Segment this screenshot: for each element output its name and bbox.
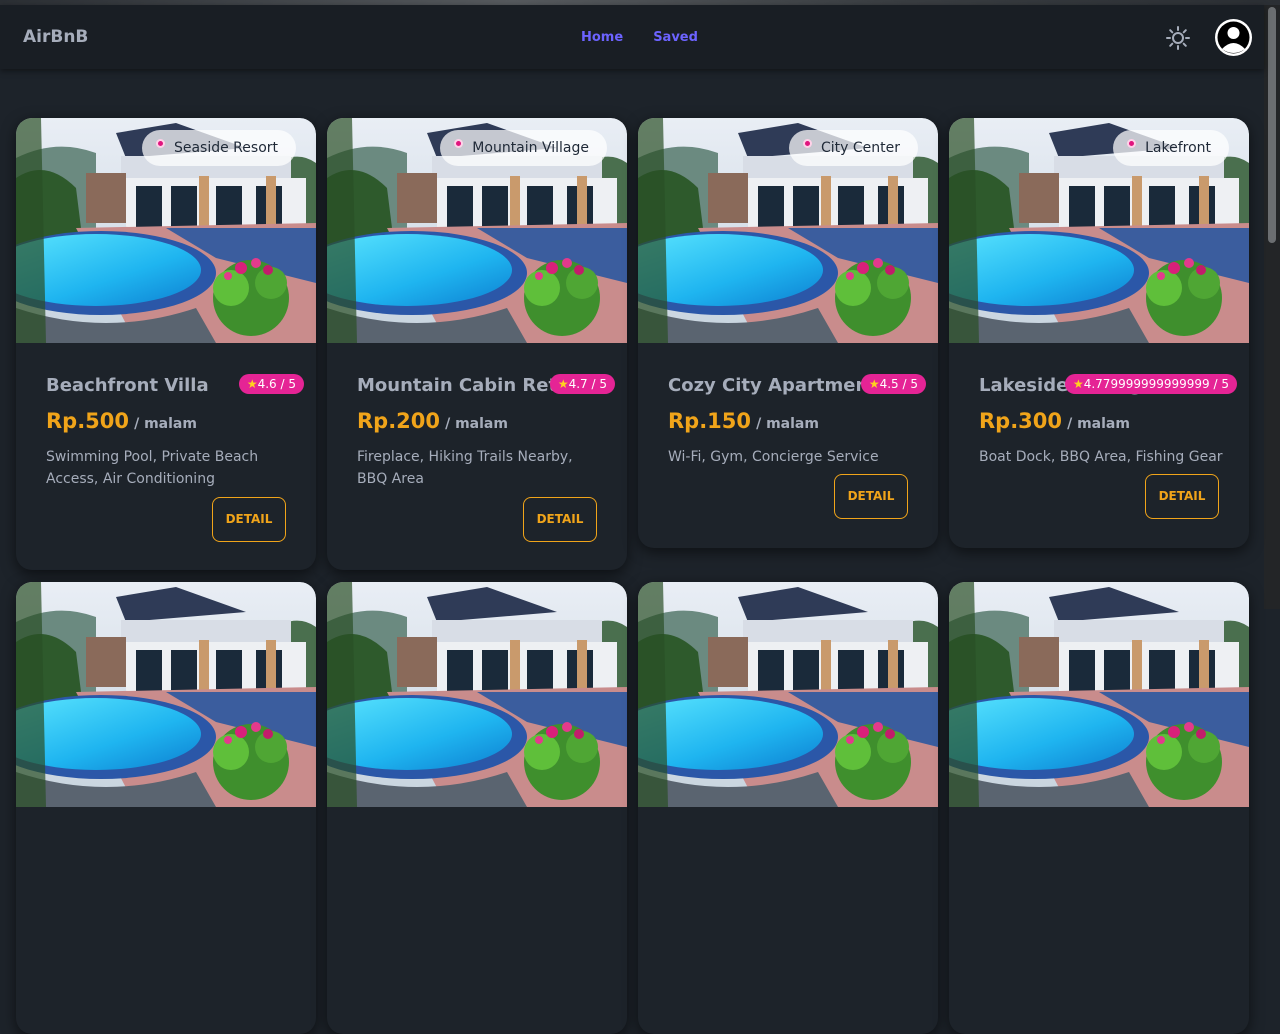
rating-badge: ★4.779999999999999 / 5 xyxy=(1064,374,1237,394)
scrollbar-thumb[interactable] xyxy=(1268,7,1276,243)
location-label: Lakefront xyxy=(1145,140,1211,156)
location-badge: Seaside Resort xyxy=(141,130,296,166)
amenities-text: Fireplace, Hiking Trails Nearby, BBQ Are… xyxy=(357,449,573,487)
listing-card[interactable]: Seaside Resort Beachfront Villa ★4.6 / 5… xyxy=(16,118,316,570)
location-dot-icon xyxy=(802,139,812,148)
listing-photo: Seaside Resort xyxy=(16,118,316,343)
location-badge: City Center xyxy=(788,130,918,166)
detail-button[interactable]: DETAIL xyxy=(523,497,597,542)
listing-photo xyxy=(16,582,316,807)
navbar: AirBnB Home Saved xyxy=(0,5,1264,69)
nav-links: Home Saved xyxy=(581,30,698,45)
rating-value: 4.7 / 5 xyxy=(568,377,607,391)
location-dot-icon xyxy=(454,139,464,148)
rating-badge: ★4.6 / 5 xyxy=(238,374,304,394)
listing-grid: Seaside Resort Beachfront Villa ★4.6 / 5… xyxy=(16,118,1249,1034)
location-dot-icon xyxy=(155,139,165,148)
listing-card[interactable] xyxy=(16,582,316,1034)
star-icon: ★ xyxy=(246,377,258,391)
location-dot-icon xyxy=(1127,139,1137,148)
detail-button[interactable]: DETAIL xyxy=(1145,474,1219,519)
price: Rp.200 / malam xyxy=(357,409,508,433)
price-unit: / malam xyxy=(445,416,508,432)
amenities-text: Boat Dock, BBQ Area, Fishing Gear xyxy=(979,449,1223,465)
price-value: Rp.150 xyxy=(668,409,752,433)
detail-button[interactable]: DETAIL xyxy=(212,497,286,542)
listing-photo: Mountain Village xyxy=(327,118,627,343)
star-icon: ★ xyxy=(868,377,880,391)
location-label: Mountain Village xyxy=(472,140,589,156)
price: Rp.300 / malam xyxy=(979,409,1130,433)
sun-icon[interactable] xyxy=(1165,25,1191,51)
price-value: Rp.200 xyxy=(357,409,441,433)
nav-link-home[interactable]: Home xyxy=(581,30,623,45)
rating-value: 4.6 / 5 xyxy=(257,377,296,391)
price: Rp.500 / malam xyxy=(46,409,197,433)
listing-card[interactable]: Mountain Village Mountain Cabin Retreat … xyxy=(327,118,627,570)
listing-photo xyxy=(327,582,627,807)
rating-value: 4.779999999999999 / 5 xyxy=(1083,377,1229,391)
rating-value: 4.5 / 5 xyxy=(879,377,918,391)
detail-button[interactable]: DETAIL xyxy=(834,474,908,519)
price: Rp.150 / malam xyxy=(668,409,819,433)
scrollbar[interactable] xyxy=(1264,5,1280,609)
price-unit: / malam xyxy=(1067,416,1130,432)
location-label: Seaside Resort xyxy=(173,140,278,156)
star-icon: ★ xyxy=(557,377,569,391)
price-value: Rp.500 xyxy=(46,409,130,433)
amenities-text: Wi-Fi, Gym, Concierge Service xyxy=(668,449,879,465)
listing-photo: City Center xyxy=(638,118,938,343)
listing-card[interactable] xyxy=(327,582,627,1034)
user-avatar-icon[interactable] xyxy=(1215,19,1252,56)
listing-photo xyxy=(638,582,938,807)
price-value: Rp.300 xyxy=(979,409,1063,433)
listing-card[interactable]: City Center Cozy City Apartment ★4.5 / 5… xyxy=(638,118,938,548)
listing-card[interactable] xyxy=(638,582,938,1034)
star-icon: ★ xyxy=(1072,377,1084,391)
location-badge: Mountain Village xyxy=(440,130,607,166)
listing-photo xyxy=(949,582,1249,807)
listing-card[interactable] xyxy=(949,582,1249,1034)
rating-badge: ★4.7 / 5 xyxy=(549,374,615,394)
amenities-text: Swimming Pool, Private Beach Access, Air… xyxy=(46,449,259,487)
location-label: City Center xyxy=(820,140,900,156)
brand-logo[interactable]: AirBnB xyxy=(23,27,88,47)
rating-badge: ★4.5 / 5 xyxy=(860,374,926,394)
nav-link-saved[interactable]: Saved xyxy=(653,30,698,45)
price-unit: / malam xyxy=(756,416,819,432)
location-badge: Lakefront xyxy=(1113,130,1229,166)
price-unit: / malam xyxy=(134,416,197,432)
listing-photo: Lakefront xyxy=(949,118,1249,343)
listing-card[interactable]: Lakefront Lakeside Cottage ★4.7799999999… xyxy=(949,118,1249,548)
